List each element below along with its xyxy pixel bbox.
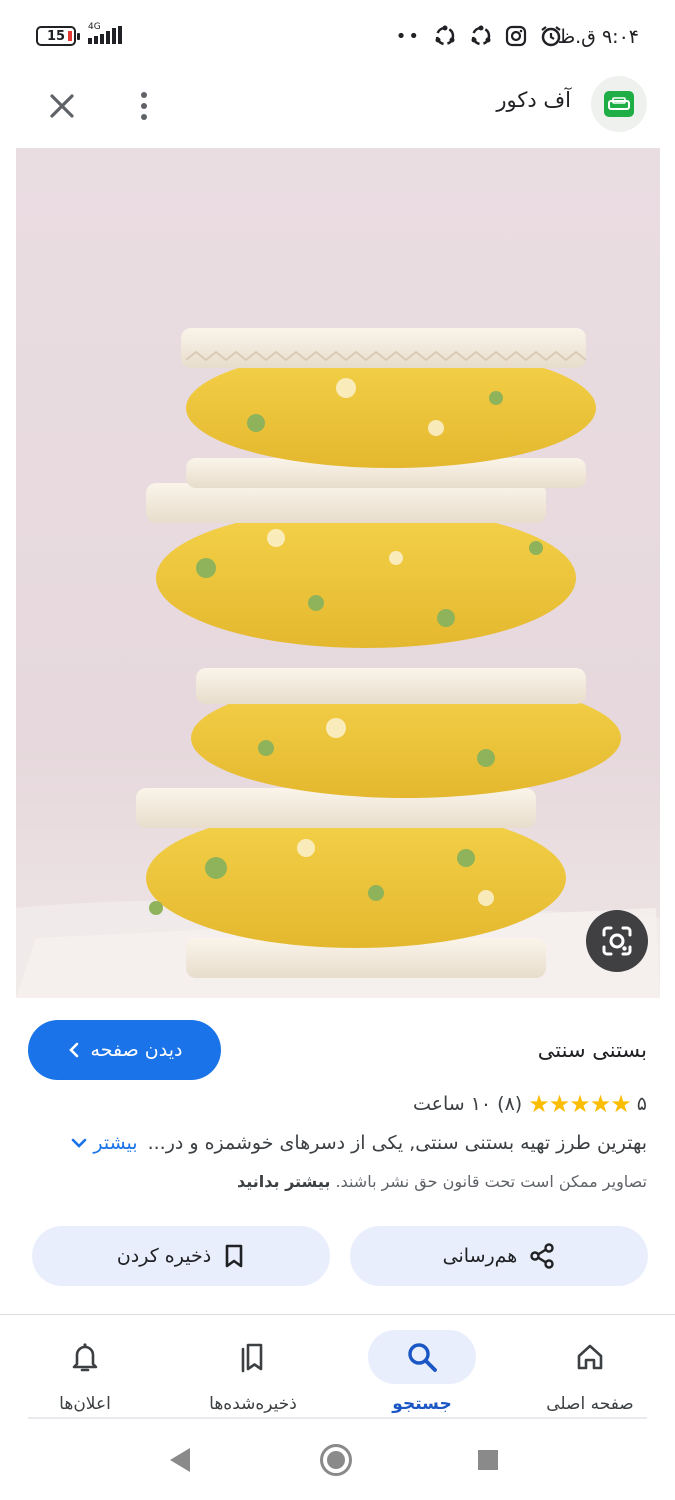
- nav-notifications[interactable]: اعلان‌ها: [10, 1316, 160, 1420]
- nav-notifications-label: اعلان‌ها: [59, 1394, 111, 1414]
- signal-icon: 4G: [84, 22, 132, 48]
- status-icons: ••: [396, 24, 563, 48]
- search-icon: [408, 1343, 437, 1372]
- sync-icon: [471, 25, 491, 46]
- rating-row: ۵ ★★★★★ (۸) ۱۰ ساعت: [413, 1090, 647, 1118]
- share-button[interactable]: هم‌رسانی: [350, 1226, 648, 1286]
- star-rating-icon: ★★★★★: [528, 1090, 632, 1118]
- result-title[interactable]: بستنی سنتی: [538, 1038, 647, 1062]
- learn-more-link[interactable]: بیشتر بدانید: [237, 1172, 330, 1191]
- status-time: ۹:۰۴ ق.ظ: [557, 26, 639, 48]
- site-name[interactable]: آف دکور: [496, 88, 571, 112]
- nav-search-label: جستجو: [392, 1394, 452, 1414]
- share-label: هم‌رسانی: [442, 1245, 518, 1267]
- rating-value: ۵: [636, 1093, 647, 1115]
- review-count: (۸): [497, 1093, 523, 1115]
- nav-home-label: صفحه اصلی: [546, 1394, 634, 1414]
- chevron-down-icon: [72, 1138, 87, 1148]
- visit-page-button[interactable]: دیدن صفحه: [28, 1020, 221, 1080]
- more-options-button[interactable]: [130, 86, 158, 126]
- more-toggle[interactable]: بیشتر: [71, 1132, 138, 1154]
- home-icon: [577, 1344, 603, 1370]
- chevron-left-icon: [68, 1042, 78, 1058]
- status-bar: 15 4G •• ۹:۰۴ ق.ظ: [0, 0, 675, 76]
- back-icon[interactable]: [170, 1448, 190, 1472]
- battery-icon: 15: [36, 26, 80, 46]
- more-vert-icon: [141, 92, 147, 98]
- nav-home[interactable]: صفحه اصلی: [515, 1316, 665, 1420]
- site-logo[interactable]: [591, 76, 647, 132]
- description-row: بهترین طرز تهیه بستنی سنتی, یکی از دسرها…: [27, 1132, 647, 1154]
- home-circle-icon[interactable]: [320, 1444, 352, 1476]
- collections-icon: [241, 1343, 263, 1373]
- battery-level: 15: [46, 28, 66, 44]
- description-text: بهترین طرز تهیه بستنی سنتی, یکی از دسرها…: [147, 1132, 647, 1154]
- bookmark-icon: [225, 1244, 243, 1268]
- more-label: بیشتر: [93, 1132, 138, 1154]
- status-left: 15 4G: [36, 22, 132, 48]
- system-navigation: [0, 1420, 675, 1500]
- close-button[interactable]: [44, 88, 80, 124]
- close-icon: [50, 94, 74, 118]
- result-image[interactable]: [16, 148, 660, 998]
- save-label: ذخیره کردن: [116, 1245, 212, 1267]
- more-dots-icon: ••: [395, 25, 421, 47]
- nav-search[interactable]: جستجو: [347, 1316, 497, 1420]
- top-bar: آف دکور: [0, 76, 675, 148]
- sofa-icon: [604, 91, 634, 117]
- bell-icon: [72, 1343, 98, 1372]
- bottom-navigation: صفحه اصلی جستجو ذخیره‌شده‌ها اعلان‌ها: [0, 1316, 675, 1420]
- divider: [0, 1314, 675, 1315]
- instagram-icon: [505, 25, 527, 47]
- network-type: 4G: [88, 22, 101, 32]
- copyright-text: تصاویر ممکن است تحت قانون حق نشر باشند.: [335, 1172, 647, 1191]
- lens-icon: [602, 926, 632, 956]
- save-button[interactable]: ذخیره کردن: [32, 1226, 330, 1286]
- nav-saved-label: ذخیره‌شده‌ها: [209, 1394, 297, 1414]
- google-lens-button[interactable]: [586, 910, 648, 972]
- sync-icon: [435, 25, 455, 46]
- copyright-notice: تصاویر ممکن است تحت قانون حق نشر باشند. …: [237, 1172, 647, 1191]
- duration: ۱۰ ساعت: [412, 1093, 492, 1115]
- visit-page-label: دیدن صفحه: [90, 1039, 183, 1061]
- share-icon: [530, 1243, 555, 1269]
- nav-divider: [28, 1417, 647, 1419]
- recents-icon[interactable]: [478, 1450, 498, 1470]
- ice-cream-sandwich-illustration: [16, 148, 660, 998]
- nav-saved[interactable]: ذخیره‌شده‌ها: [178, 1316, 328, 1420]
